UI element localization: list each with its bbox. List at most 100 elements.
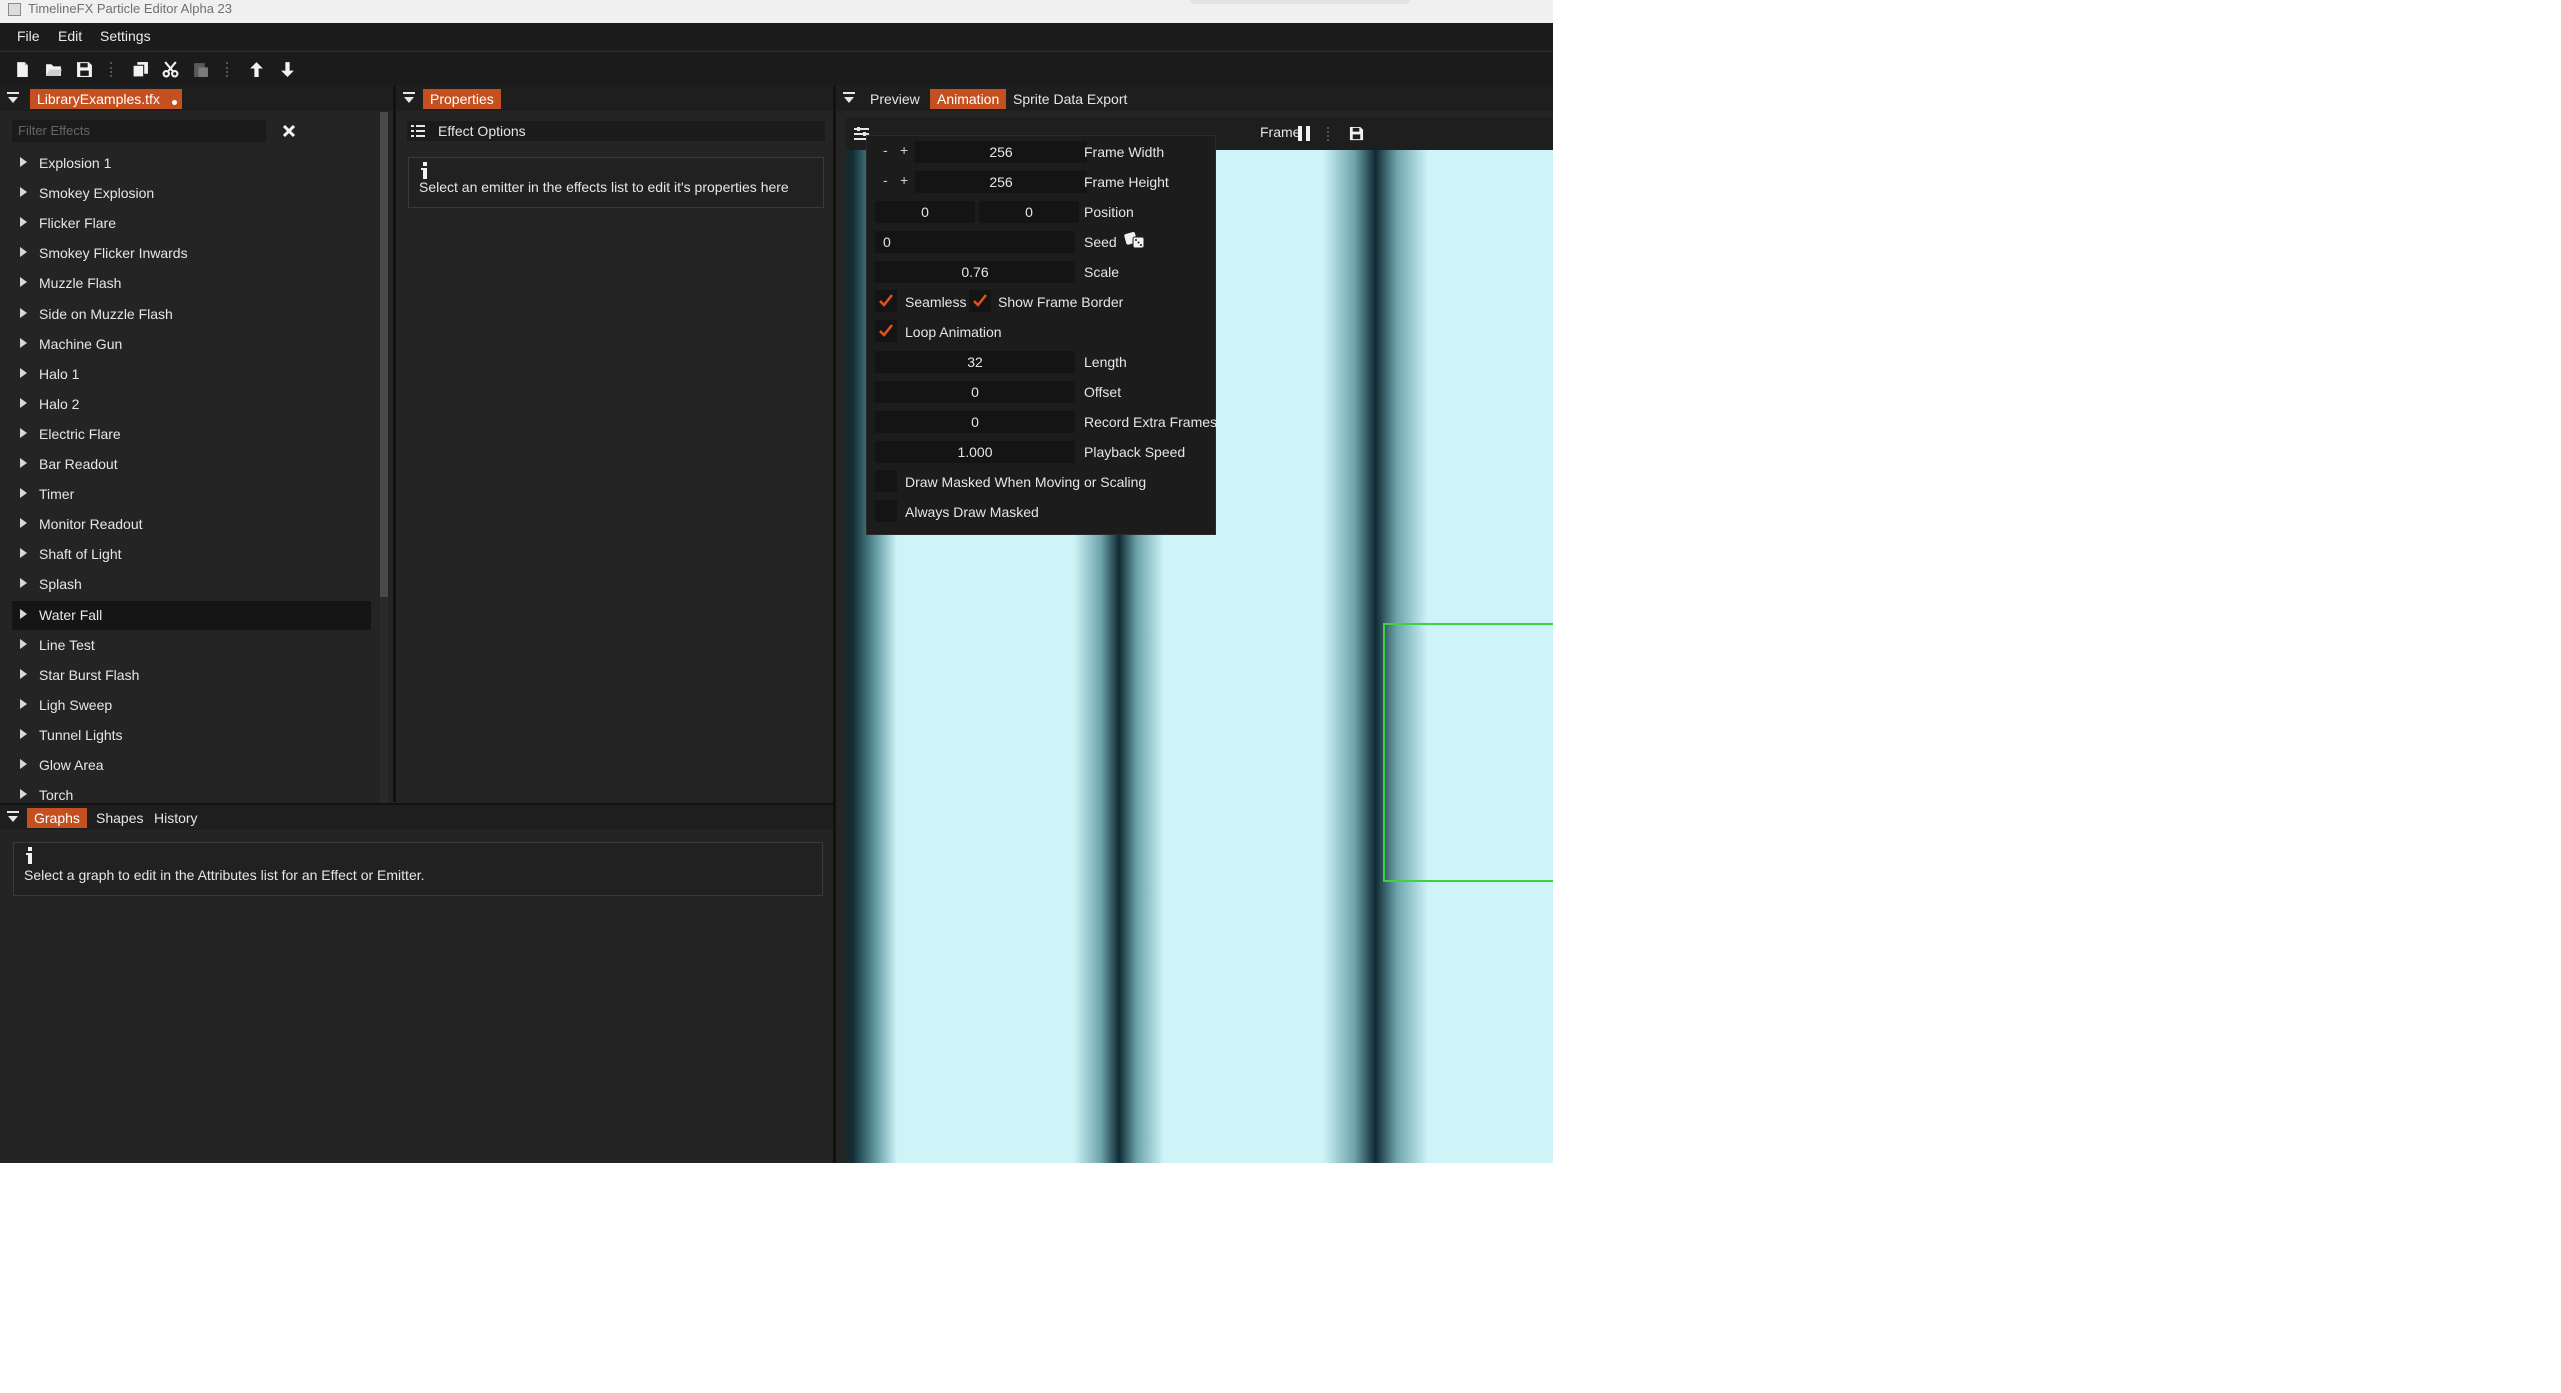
pause-icon[interactable] [1297,126,1311,141]
position-y-input[interactable]: 0 [979,201,1079,223]
collapse-icon[interactable] [402,91,416,105]
effects-scrollbar[interactable] [380,112,388,802]
expand-arrow-icon[interactable] [20,397,27,408]
tab-library[interactable]: LibraryExamples.tfx [30,89,182,109]
clear-filter-icon[interactable] [280,122,298,140]
list-item[interactable]: Side on Muzzle Flash [12,300,371,329]
move-up-icon[interactable] [244,58,268,80]
expand-arrow-icon[interactable] [20,187,27,198]
menu-settings[interactable]: Settings [100,28,151,44]
list-item[interactable]: Muzzle Flash [12,269,371,298]
tab-sprite-data-export[interactable]: Sprite Data Export [1006,89,1134,109]
effect-label: Halo 2 [39,395,80,412]
collapse-icon[interactable] [6,91,20,105]
expand-arrow-icon[interactable] [20,698,27,709]
copy-icon[interactable] [128,58,152,80]
filter-effects-input[interactable]: Filter Effects [12,120,266,142]
list-item[interactable]: Water Fall [12,600,371,630]
move-down-icon[interactable] [275,58,299,80]
cut-icon[interactable] [158,58,182,80]
playback-speed-input[interactable]: 1.000 [875,441,1075,463]
list-item[interactable]: Shaft of Light [12,540,371,569]
frame-width-increment[interactable]: + [900,142,908,158]
list-item[interactable]: Electric Flare [12,420,371,449]
position-x-input[interactable]: 0 [875,201,975,223]
save-icon[interactable] [72,58,96,80]
expand-arrow-icon[interactable] [20,548,27,559]
list-item[interactable]: Monitor Readout [12,510,371,539]
length-input[interactable]: 32 [875,351,1075,373]
expand-arrow-icon[interactable] [20,488,27,499]
expand-arrow-icon[interactable] [20,337,27,348]
list-item[interactable]: Ligh Sweep [12,691,371,720]
list-item[interactable]: Timer [12,480,371,509]
panel-divider[interactable] [393,86,396,802]
show-frame-border-checkbox[interactable] [969,290,991,312]
collapse-icon[interactable] [6,810,20,824]
list-item[interactable]: Glow Area [12,751,371,780]
list-item[interactable]: Flicker Flare [12,209,371,238]
list-item[interactable]: Splash [12,570,371,599]
list-item[interactable]: Torch [12,781,371,802]
collapse-icon[interactable] [842,91,856,105]
seamless-checkbox[interactable] [875,290,897,312]
list-item[interactable]: Smokey Flicker Inwards [12,239,371,268]
list-item[interactable]: Halo 1 [12,360,371,389]
expand-arrow-icon[interactable] [20,427,27,438]
list-item[interactable]: Smokey Explosion [12,179,371,208]
menu-edit[interactable]: Edit [58,28,82,44]
expand-arrow-icon[interactable] [20,578,27,589]
tab-animation[interactable]: Animation [930,89,1007,109]
list-item[interactable]: Star Burst Flash [12,661,371,690]
tab-graphs[interactable]: Graphs [27,808,87,828]
panel-divider[interactable] [833,86,836,1163]
frame-height-increment[interactable]: + [900,172,908,188]
offset-input[interactable]: 0 [875,381,1075,403]
expand-arrow-icon[interactable] [20,277,27,288]
expand-arrow-icon[interactable] [20,789,27,800]
expand-arrow-icon[interactable] [20,518,27,529]
scale-input[interactable]: 0.76 [875,261,1075,283]
expand-arrow-icon[interactable] [20,247,27,258]
frame-height-input[interactable]: 256 [915,171,1087,193]
loop-animation-checkbox[interactable] [875,320,897,342]
draw-masked-moving-checkbox[interactable] [875,470,897,492]
list-item[interactable]: Explosion 1 [12,149,371,178]
main-toolbar [0,51,1553,87]
effect-label: Timer [39,486,75,503]
frame-width-input[interactable]: 256 [915,141,1087,163]
list-item[interactable]: Machine Gun [12,330,371,359]
tab-shapes[interactable]: Shapes [89,808,150,828]
expand-arrow-icon[interactable] [20,728,27,739]
expand-arrow-icon[interactable] [20,668,27,679]
dice-icon[interactable] [1124,231,1146,250]
tab-history[interactable]: History [147,808,205,828]
effect-options-header[interactable]: Effect Options [407,121,825,141]
expand-arrow-icon[interactable] [20,217,27,228]
list-item[interactable]: Bar Readout [12,450,371,479]
always-draw-masked-checkbox[interactable] [875,500,897,522]
seed-input[interactable]: 0 [875,231,1075,253]
section-title: Effect Options [438,123,526,139]
menu-file[interactable]: File [17,28,40,44]
scrollbar-thumb[interactable] [380,112,388,597]
expand-arrow-icon[interactable] [20,638,27,649]
expand-arrow-icon[interactable] [20,458,27,468]
frame-height-decrement[interactable]: - [883,172,888,188]
expand-arrow-icon[interactable] [20,307,27,318]
expand-arrow-icon[interactable] [20,759,27,769]
list-item[interactable]: Line Test [12,631,371,660]
expand-arrow-icon[interactable] [20,367,27,378]
paste-icon[interactable] [188,58,212,80]
expand-arrow-icon[interactable] [20,157,27,167]
save-icon[interactable] [1349,126,1364,141]
expand-arrow-icon[interactable] [20,608,27,619]
tab-properties[interactable]: Properties [423,89,501,109]
record-extra-frames-input[interactable]: 0 [875,411,1075,433]
list-item[interactable]: Halo 2 [12,390,371,419]
frame-width-decrement[interactable]: - [883,142,888,158]
new-file-icon[interactable] [10,58,34,80]
tab-preview[interactable]: Preview [863,89,927,109]
list-item[interactable]: Tunnel Lights [12,721,371,750]
open-folder-icon[interactable] [41,58,65,80]
